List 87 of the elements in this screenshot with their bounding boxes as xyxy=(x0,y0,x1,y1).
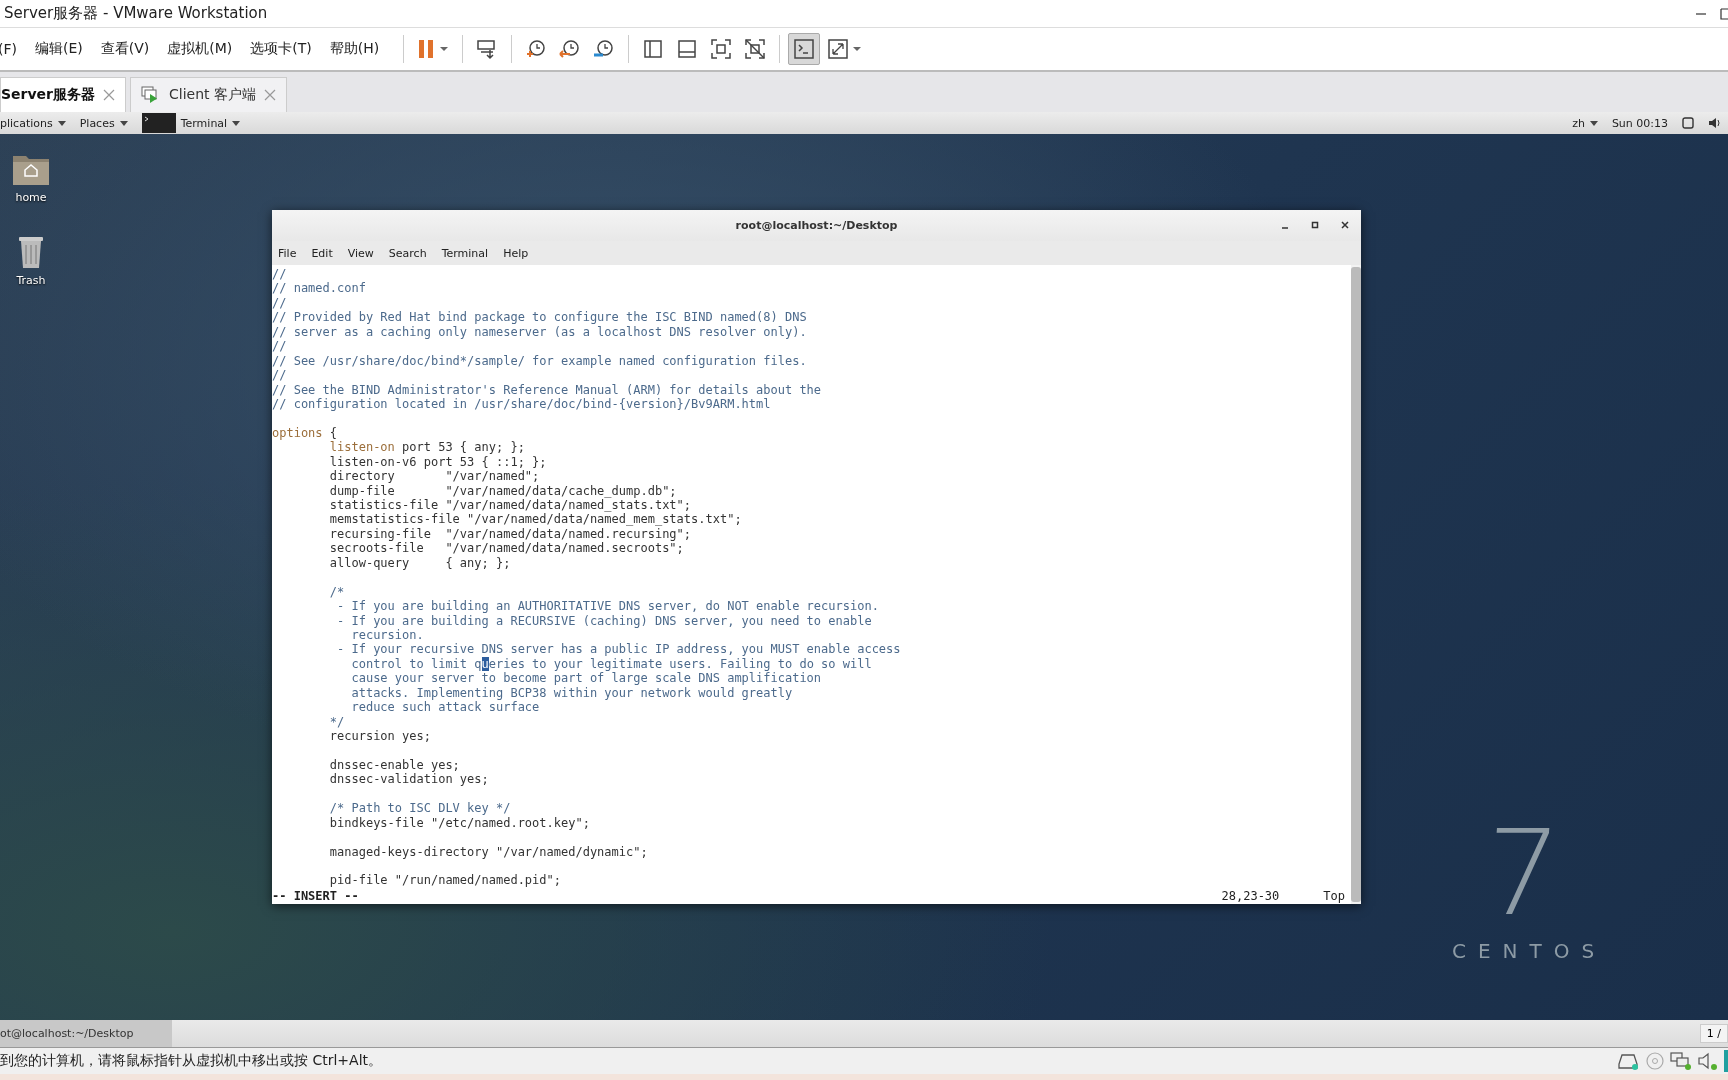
window-title: Server服务器 - VMware Workstation xyxy=(4,4,269,23)
workspace-indicator[interactable]: 1 / xyxy=(1699,1024,1728,1043)
code-line: // Provided by Red Hat bind package to configure the ISC BIND named(8) DNS xyxy=(272,310,808,325)
code-line: bindkeys-file "/etc/named.root.key"; xyxy=(328,815,591,831)
menu-item[interactable]: 虚拟机(M) xyxy=(167,40,241,58)
panel-menu[interactable]: Places xyxy=(79,116,128,130)
menu-item[interactable]: Terminal xyxy=(441,246,489,260)
code-line: control to limit queries to your legitimate users. Failing to do so will xyxy=(350,656,873,672)
code-line: allow-query { any; }; xyxy=(328,555,512,571)
code-line: // xyxy=(272,267,288,282)
panel-menu[interactable]: Terminal xyxy=(141,113,241,133)
close-icon[interactable] xyxy=(1341,221,1349,229)
menu-label: Places xyxy=(79,116,115,130)
code-line: - If you are building a RECURSIVE (caching) DNS server, you need to enable xyxy=(336,613,873,628)
code-line: /* xyxy=(328,584,346,600)
menu-label: Terminal xyxy=(180,116,228,130)
code-line: reduce such attack surface xyxy=(350,700,541,715)
input-source[interactable]: zh xyxy=(1572,116,1598,130)
cursor-position: 28,23-30 xyxy=(1221,888,1280,903)
panel-menu[interactable]: plications xyxy=(0,116,66,130)
code-line: */ xyxy=(328,714,346,729)
menu-item[interactable]: Search xyxy=(388,246,427,260)
vm-tab[interactable]: Client 客户端 xyxy=(130,77,287,112)
network-icon[interactable] xyxy=(1670,1052,1692,1070)
menu-item[interactable]: Help xyxy=(503,246,529,260)
code-line: // named.conf xyxy=(272,281,367,296)
mode-indicator: -- INSERT -- xyxy=(272,888,359,903)
menu-item[interactable]: 帮助(H) xyxy=(329,40,388,58)
clock[interactable]: Sun 00:13 xyxy=(1611,116,1668,130)
menu-label: plications xyxy=(0,116,53,130)
code-line: directory "/var/named"; xyxy=(328,469,541,484)
screen-icon[interactable] xyxy=(1682,117,1694,129)
code-line: dump-file "/var/named/data/cache_dump.db"; xyxy=(328,483,678,498)
menu-item[interactable]: 选项卡(T) xyxy=(250,40,320,58)
code-line: cause your server to become part of large scale DNS amplification xyxy=(350,671,823,686)
menu-item[interactable]: 查看(V) xyxy=(100,40,158,58)
code-line: recursion. xyxy=(350,627,425,643)
volume-icon[interactable] xyxy=(1708,117,1722,129)
code-line: // See /usr/share/doc/bind*/sample/ for example named configuration files. xyxy=(272,353,808,369)
code-line: - If your recursive DNS server has a public IP address, you MUST enable access xyxy=(336,642,902,657)
code-line: // configuration located in /usr/share/doc/bind-{version}/Bv9ARM.html xyxy=(272,396,772,412)
code-line: // xyxy=(272,339,288,354)
code-line: listen-on port 53 { any; }; xyxy=(328,440,526,455)
input-source-label: zh xyxy=(1572,116,1585,130)
code-line: dnssec-validation yes; xyxy=(328,772,490,787)
tab-label: Client 客户端 xyxy=(169,86,256,104)
console-icon[interactable] xyxy=(788,33,821,65)
desktop-icon-label: home xyxy=(15,191,47,204)
vm-tab[interactable]: Server服务器 xyxy=(0,77,126,112)
code-line: listen-on-v6 port 53 { ::1; }; xyxy=(328,454,548,470)
code-line: - If you are building an AUTHORITATIVE DNS server, do NOT enable recursion. xyxy=(336,599,880,614)
code-line: dnssec-enable yes; xyxy=(328,757,461,773)
code-line: // See the BIND Administrator's Reference Manual (ARM) for details about the xyxy=(272,382,823,397)
code-line: recursing-file "/var/named/data/named.recursing"; xyxy=(328,526,693,542)
code-line: options { xyxy=(272,425,339,441)
code-line: // xyxy=(272,368,288,383)
menu-item[interactable]: 编辑(E) xyxy=(35,40,91,58)
taskbar-window-button[interactable]: ot@localhost:~/Desktop xyxy=(0,1020,172,1047)
scrollbar-thumb[interactable] xyxy=(1351,267,1361,902)
code-line: /* Path to ISC DLV key */ xyxy=(328,801,512,816)
maximize-icon[interactable] xyxy=(1311,221,1319,229)
code-line: pid-file "/run/named/named.pid"; xyxy=(328,873,562,888)
caret-icon xyxy=(232,120,241,126)
caret-icon xyxy=(57,120,66,126)
window-title: root@localhost:~/Desktop xyxy=(735,219,898,232)
distro-name: CENTOS xyxy=(1452,939,1607,963)
desktop-icon-label: Trash xyxy=(16,274,46,287)
code-line: managed-keys-directory "/var/named/dynamic"; xyxy=(328,844,649,859)
menu-item[interactable]: (F) xyxy=(0,41,25,57)
version-number: 7 xyxy=(1479,814,1564,932)
speaker-icon[interactable] xyxy=(1698,1052,1718,1070)
menu-item[interactable]: Edit xyxy=(311,246,333,260)
code-line: memstatistics-file "/var/named/data/named_mem_stats.txt"; xyxy=(328,512,743,527)
menu-item[interactable]: File xyxy=(278,246,297,260)
caret-icon xyxy=(119,120,128,126)
code-line: secroots-file "/var/named/data/named.secroots"; xyxy=(328,541,685,556)
menu-item[interactable]: View xyxy=(347,246,374,260)
status-message: 到您的计算机，请将鼠标指针从虚拟机中移出或按 Ctrl+Alt。 xyxy=(0,1052,383,1070)
tab-label: Server服务器 xyxy=(1,86,95,104)
terminal-icon xyxy=(141,113,176,133)
caret-icon xyxy=(1589,120,1598,126)
scroll-position: Top xyxy=(1323,888,1345,903)
code-line: // server as a caching only nameserver (as a localhost DNS resolver only). xyxy=(272,324,808,340)
code-line: attacks. Implementing BCP38 within your network would greatly xyxy=(350,685,794,701)
code-line: recursion yes; xyxy=(328,729,432,744)
code-line: statistics-file "/var/named/data/named_stats.txt"; xyxy=(328,498,693,513)
code-line: // xyxy=(272,295,288,311)
